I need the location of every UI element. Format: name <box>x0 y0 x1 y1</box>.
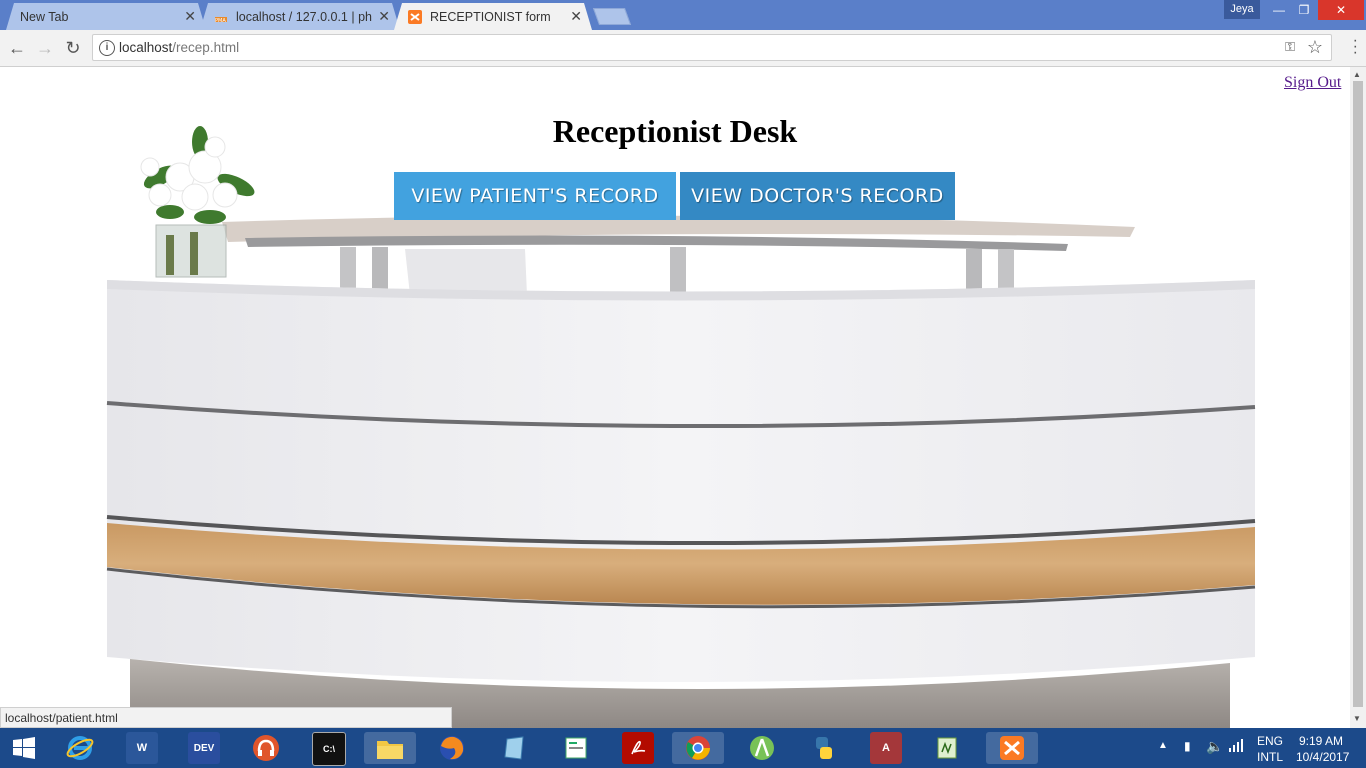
key-icon[interactable]: ⚿ <box>1285 39 1295 55</box>
svg-text:PMA: PMA <box>215 18 226 24</box>
word-icon[interactable]: W <box>126 732 158 764</box>
file-explorer-icon[interactable] <box>364 732 416 764</box>
record-buttons: VIEW PATIENT'S RECORD VIEW DOCTOR'S RECO… <box>394 172 955 220</box>
network-icon[interactable] <box>1228 738 1244 755</box>
android-studio-icon[interactable] <box>746 732 778 764</box>
restore-icon[interactable]: ❐ <box>1291 0 1317 20</box>
page-title: Receptionist Desk <box>552 113 798 149</box>
close-icon[interactable]: ✕ <box>570 8 582 25</box>
cmd-icon[interactable]: C:\ <box>312 732 346 766</box>
notepadpp-icon[interactable] <box>932 732 964 764</box>
keyboard-layout: INTL <box>1257 750 1284 764</box>
url-text: localhost/recep.html <box>119 40 239 55</box>
info-icon[interactable]: i <box>99 40 115 56</box>
volume-icon[interactable]: 🔈 <box>1206 738 1223 755</box>
tab-title: localhost / 127.0.0.1 | php <box>236 9 373 24</box>
tab-title: RECEPTIONIST form <box>430 9 551 24</box>
phpmyadmin-icon: PMA <box>214 10 228 24</box>
xampp-icon <box>408 10 422 24</box>
tab-receptionist-form[interactable]: RECEPTIONIST form ✕ <box>394 3 592 30</box>
bookmark-star-icon[interactable]: ☆ <box>1307 37 1323 58</box>
clock[interactable]: 9:19 AM 10/4/2017 <box>1296 733 1350 765</box>
firefox-icon[interactable] <box>436 732 468 764</box>
scroll-up-icon[interactable]: ▲ <box>1353 70 1361 79</box>
minimize-icon[interactable]: — <box>1266 0 1292 20</box>
clock-time: 9:19 AM <box>1298 734 1344 748</box>
url-host: localhost <box>119 40 173 55</box>
close-icon[interactable]: ✕ <box>184 8 196 25</box>
reader-icon[interactable] <box>560 732 592 764</box>
view-patients-record-button[interactable]: VIEW PATIENT'S RECORD <box>394 172 676 220</box>
devcpp-icon[interactable]: DEV <box>188 732 220 764</box>
tab-new-tab[interactable]: New Tab ✕ <box>6 3 206 30</box>
menu-icon[interactable]: · · · <box>1353 33 1358 61</box>
python-icon[interactable] <box>808 732 840 764</box>
forward-arrow-icon[interactable]: → <box>34 37 56 59</box>
notepad-icon[interactable] <box>498 732 530 764</box>
scroll-down-icon[interactable]: ▼ <box>1353 714 1361 723</box>
show-hidden-icons[interactable]: ▲ <box>1158 740 1168 751</box>
battery-icon[interactable]: ▮ <box>1184 739 1191 753</box>
start-icon[interactable] <box>8 732 40 764</box>
tab-phpmyadmin[interactable]: PMA localhost / 127.0.0.1 | php ✕ <box>200 3 400 30</box>
scroll-thumb[interactable] <box>1353 81 1363 707</box>
close-icon[interactable]: ✕ <box>378 8 390 25</box>
back-arrow-icon[interactable]: ← <box>6 37 28 59</box>
new-tab-button[interactable] <box>592 8 632 25</box>
page-viewport: Sign Out Receptionist Desk VIEW PATIENT'… <box>0 67 1350 728</box>
browser-toolbar: ← → ↻ i localhost/recep.html ⚿ ☆ · · · <box>0 30 1366 67</box>
internet-explorer-icon[interactable] <box>64 732 96 764</box>
link-status-bubble: localhost/patient.html <box>0 707 452 728</box>
language-indicator[interactable]: ENG INTL <box>1257 733 1283 765</box>
window-close-icon[interactable]: ✕ <box>1318 0 1364 20</box>
acrobat-icon[interactable] <box>622 732 654 764</box>
reload-icon[interactable]: ↻ <box>62 37 84 59</box>
chrome-icon[interactable] <box>672 732 724 764</box>
access-icon[interactable]: A <box>870 732 902 764</box>
windows-taskbar: W DEV C:\ A ▲ ▮ 🔈 ENG INTL 9:19 AM 10/4/… <box>0 728 1366 768</box>
view-doctors-record-button[interactable]: VIEW DOCTOR'S RECORD <box>680 172 955 220</box>
url-path: /recep.html <box>172 40 240 55</box>
sign-out-link[interactable]: Sign Out <box>1284 74 1341 92</box>
browser-title-bar: New Tab ✕ PMA localhost / 127.0.0.1 | ph… <box>0 0 1366 30</box>
address-bar[interactable]: i localhost/recep.html ⚿ ☆ <box>92 34 1332 61</box>
profile-badge[interactable]: Jeya <box>1224 0 1260 19</box>
language-code: ENG <box>1257 734 1284 748</box>
reception-desk-image <box>106 126 1256 728</box>
clock-date: 10/4/2017 <box>1296 750 1350 764</box>
headphones-icon[interactable] <box>250 732 282 764</box>
xampp-icon[interactable] <box>986 732 1038 764</box>
tab-title: New Tab <box>20 9 69 24</box>
vertical-scrollbar[interactable]: ▲ ▼ <box>1350 67 1366 728</box>
